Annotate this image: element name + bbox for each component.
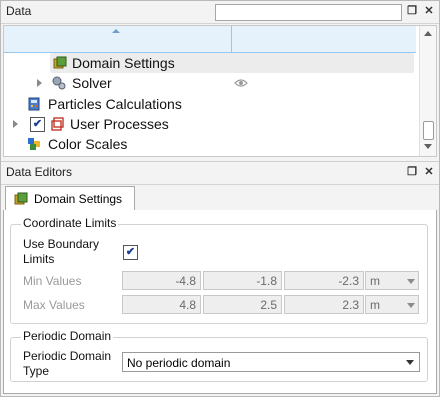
data-panel-title: Data — [6, 4, 32, 18]
scroll-down-icon[interactable] — [424, 144, 432, 149]
max-unit-select[interactable]: m — [365, 295, 419, 314]
tree-scrollbar[interactable] — [419, 26, 436, 156]
domain-settings-editor: Coordinate Limits Use Boundary Limits ✔ … — [3, 210, 437, 394]
tree-item-domain-settings[interactable]: Domain Settings — [50, 53, 414, 73]
min-z-field[interactable]: -2.3 — [284, 271, 364, 290]
tree-item-solver[interactable]: Solver — [34, 73, 414, 93]
editors-panel-title: Data Editors — [6, 165, 73, 179]
tree-item-label: User Processes — [70, 116, 169, 132]
unit-value: m — [370, 298, 380, 312]
float-panel-icon[interactable]: ❐ — [405, 165, 419, 179]
close-panel-icon[interactable]: ✕ — [422, 4, 436, 18]
expand-arrow-icon[interactable] — [13, 120, 18, 128]
tab-label: Domain Settings — [34, 192, 123, 206]
tree-item-label: Solver — [72, 75, 112, 91]
periodic-domain-type-select[interactable]: No periodic domain — [122, 352, 420, 372]
eye-icon[interactable] — [234, 78, 248, 88]
group-title: Coordinate Limits — [21, 216, 119, 230]
solver-gears-icon — [52, 76, 66, 90]
periodic-domain-type-label: Periodic Domain — [23, 349, 112, 363]
max-y-field[interactable]: 2.5 — [203, 295, 282, 314]
particles-calculator-icon — [28, 97, 40, 111]
tree-item-label: Particles Calculations — [48, 96, 182, 112]
tab-domain-settings[interactable]: Domain Settings — [5, 186, 135, 211]
tree-item-user-processes[interactable]: ✔ User Processes — [10, 114, 414, 134]
max-z-field[interactable]: 2.3 — [284, 295, 364, 314]
use-boundary-label: Use Boundary — [23, 237, 100, 251]
tree-item-color-scales[interactable]: Color Scales — [24, 134, 414, 154]
tree-item-particles-calculations[interactable]: Particles Calculations — [24, 94, 414, 114]
domain-settings-icon — [53, 56, 67, 69]
data-tree[interactable]: Domain Settings Solver Particles Calcula… — [3, 25, 437, 157]
editors-panel-header: Data Editors ❐ ✕ — [1, 161, 439, 185]
app-window: Data ❐ ✕ Domain Settings Solver Particle… — [0, 0, 440, 397]
data-search-input[interactable] — [215, 4, 402, 21]
min-y-field[interactable]: -1.8 — [203, 271, 282, 290]
sort-up-icon — [112, 29, 120, 33]
periodic-domain-group: Periodic Domain Periodic Domain Type No … — [10, 329, 428, 382]
use-boundary-label-2: Limits — [23, 252, 55, 266]
min-unit-select[interactable]: m — [365, 271, 419, 290]
chevron-down-icon — [407, 303, 415, 308]
editor-tabstrip: Domain Settings — [3, 184, 437, 211]
chevron-down-icon — [407, 279, 415, 284]
group-title: Periodic Domain — [21, 329, 114, 343]
scroll-up-icon[interactable] — [424, 31, 432, 36]
user-processes-checkbox[interactable]: ✔ — [30, 117, 45, 132]
tree-item-label: Color Scales — [48, 136, 128, 152]
float-panel-icon[interactable]: ❐ — [405, 4, 419, 18]
scrollbar-thumb[interactable] — [423, 121, 434, 140]
max-values-label: Max Values — [23, 298, 85, 312]
domain-settings-icon — [14, 192, 28, 205]
user-processes-icon — [51, 117, 64, 131]
expand-arrow-icon[interactable] — [37, 79, 42, 87]
close-panel-icon[interactable]: ✕ — [422, 165, 436, 179]
max-x-field[interactable]: 4.8 — [122, 295, 201, 314]
use-boundary-checkbox[interactable]: ✔ — [123, 245, 138, 260]
color-scales-icon — [28, 138, 40, 150]
min-x-field[interactable]: -4.8 — [122, 271, 201, 290]
chevron-down-icon — [406, 360, 414, 365]
coordinate-limits-group: Coordinate Limits Use Boundary Limits ✔ … — [10, 216, 428, 324]
tree-item-label: Domain Settings — [72, 55, 175, 71]
periodic-domain-type-label-2: Type — [23, 364, 50, 378]
min-values-label: Min Values — [23, 274, 82, 288]
tree-header-cell[interactable] — [4, 26, 232, 53]
data-panel-header: Data ❐ ✕ — [1, 1, 439, 24]
select-value: No periodic domain — [127, 356, 231, 370]
tree-header-cell-2[interactable] — [232, 26, 416, 53]
unit-value: m — [370, 274, 380, 288]
